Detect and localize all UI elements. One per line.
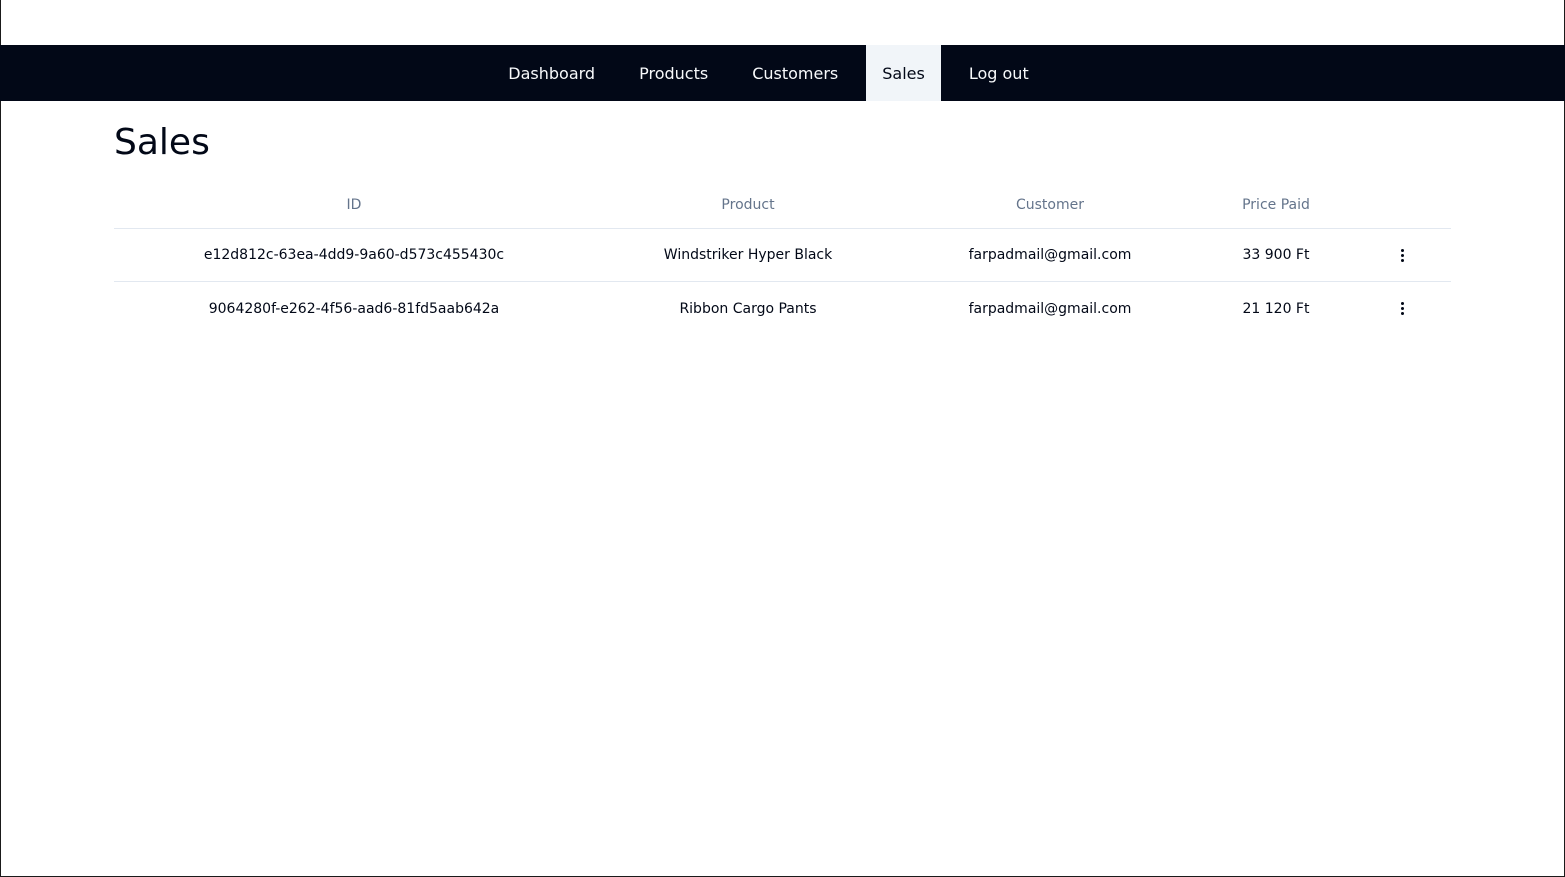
sale-id: 9064280f-e262-4f56-aad6-81fd5aab642a [208,300,500,317]
row-actions-button[interactable] [1354,297,1451,321]
nav-item-sales[interactable]: Sales [866,45,941,101]
sale-price-paid: 21 120 Ft [1242,300,1310,317]
row-actions-button[interactable] [1354,243,1451,267]
table-row: e12d812c-63ea-4dd9-9a60-d573c455430c Win… [114,229,1451,282]
row-actions-cell [1354,297,1451,321]
sale-id: e12d812c-63ea-4dd9-9a60-d573c455430c [203,247,505,263]
nav-menu: Dashboard Products Customers Sales Log o… [508,45,1056,101]
sale-product: Ribbon Cargo Pants [679,300,817,317]
nav-item-dashboard[interactable]: Dashboard [508,45,617,101]
row-actions-cell [1354,243,1451,267]
column-header-customer: Customer [1015,197,1084,213]
top-navbar: Dashboard Products Customers Sales Log o… [0,45,1565,101]
page-title: Sales [114,122,210,163]
column-header-price-paid: Price Paid [1242,197,1310,213]
sale-customer: farpadmail@gmail.com [968,300,1132,317]
nav-item-logout[interactable]: Log out [941,45,1057,101]
more-vertical-icon [1401,302,1404,315]
more-vertical-icon [1401,248,1404,262]
table-header-row: ID Product Customer Price Paid [114,182,1451,229]
app-window [0,0,1565,877]
table-row: 9064280f-e262-4f56-aad6-81fd5aab642a Rib… [114,282,1451,335]
column-header-product: Product [721,197,775,213]
nav-item-products[interactable]: Products [617,45,730,101]
column-header-id: ID [346,197,362,213]
sales-table: ID Product Customer Price Paid e12d812c-… [114,182,1451,335]
sale-product: Windstriker Hyper Black [663,247,833,263]
sale-customer: farpadmail@gmail.com [968,247,1132,263]
nav-item-customers[interactable]: Customers [730,45,866,101]
sale-price-paid: 33 900 Ft [1242,247,1310,263]
